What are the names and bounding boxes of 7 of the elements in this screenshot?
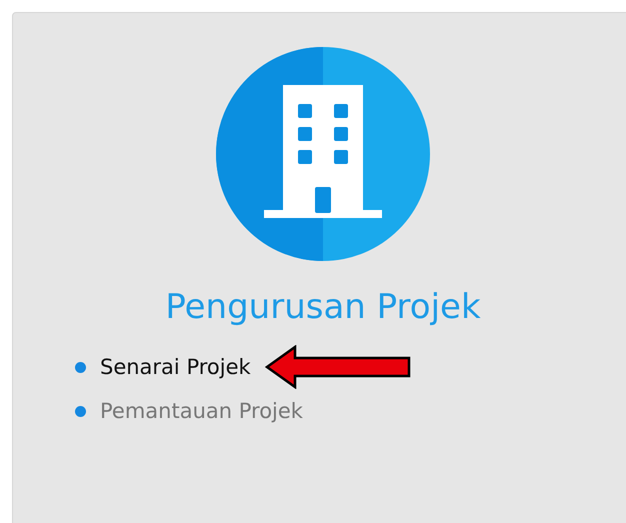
building-icon	[216, 47, 430, 261]
arrow-icon	[264, 345, 411, 389]
module-title: Pengurusan Projek	[165, 286, 481, 329]
bullet-icon	[75, 406, 86, 416]
menu-link[interactable]: Senarai Projek	[100, 355, 251, 379]
menu-link[interactable]: Pemantauan Projek	[100, 399, 303, 423]
bullet-icon	[75, 362, 86, 372]
